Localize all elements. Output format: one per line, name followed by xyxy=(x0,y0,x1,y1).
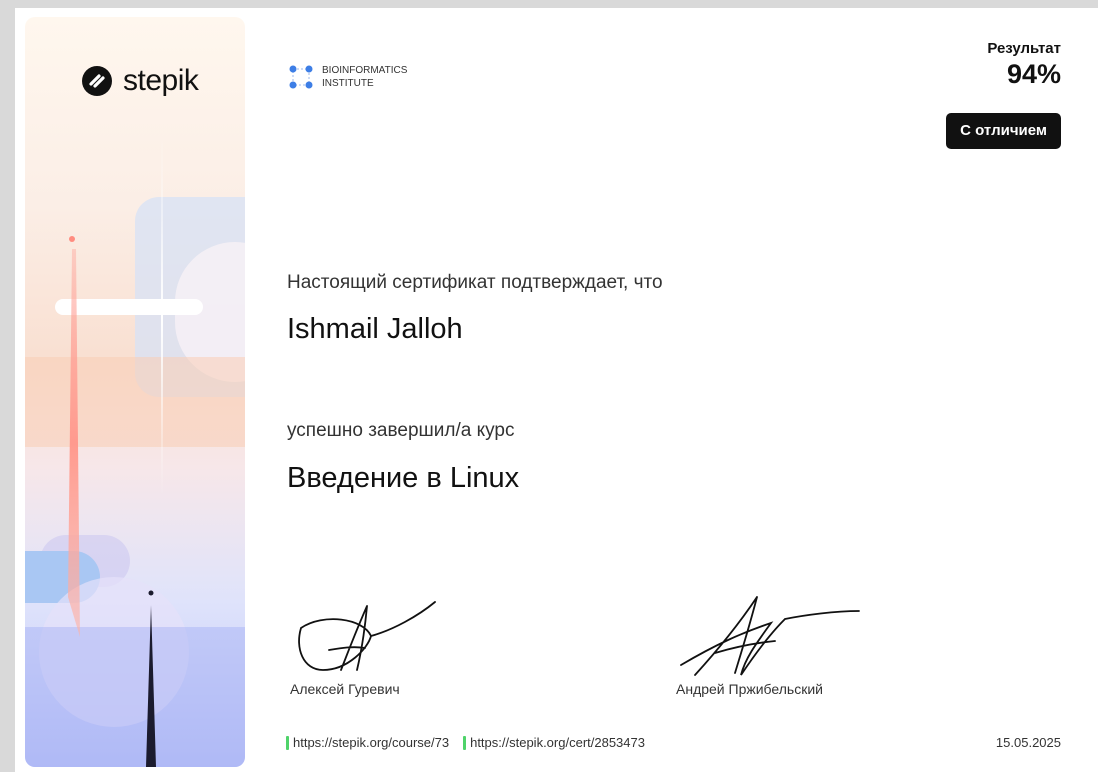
cert-link-text: https://stepik.org/cert/2853473 xyxy=(470,735,645,750)
bioinformatics-logo-icon xyxy=(289,65,313,89)
signature-2 xyxy=(680,596,860,676)
cert-link[interactable]: https://stepik.org/cert/2853473 xyxy=(463,735,645,750)
result-label: Результат xyxy=(987,40,1061,57)
confirm-text: Настоящий сертификат подтверждает, что xyxy=(287,272,663,293)
signature-2-name: Андрей Пржибельский xyxy=(676,681,823,697)
link-marker-icon xyxy=(463,735,467,750)
distinction-badge: С отличием xyxy=(946,113,1061,149)
completed-text: успешно завершил/а курс xyxy=(287,420,515,441)
decor-spires xyxy=(68,236,156,767)
signature-1 xyxy=(298,601,436,671)
issue-date: 15.05.2025 xyxy=(995,735,1061,750)
recipient-name: Ishmail Jalloh xyxy=(287,313,463,345)
organization-logo: BIOINFORMATICS INSTITUTE xyxy=(288,64,407,90)
brand-name: stepik xyxy=(123,64,199,97)
result-value: 94% xyxy=(1006,59,1061,89)
decorative-panel: stepik xyxy=(25,17,245,767)
course-title: Введение в Linux xyxy=(287,462,520,494)
course-link[interactable]: https://stepik.org/course/73 xyxy=(286,735,449,750)
result-block: Результат 94% xyxy=(987,40,1061,90)
link-marker-icon xyxy=(286,735,289,750)
course-link-text: https://stepik.org/course/73 xyxy=(293,735,450,750)
footer-links: https://stepik.org/course/73 https://ste… xyxy=(286,735,645,750)
stepik-logo-icon xyxy=(82,66,112,96)
signature-1-name: Алексей Гуревич xyxy=(290,681,400,697)
certificate: stepik BIOINFORMATICS INSTITUTE Результа… xyxy=(15,8,1098,772)
org-name-line1: BIOINFORMATICS xyxy=(322,65,408,76)
org-name-line2: INSTITUTE xyxy=(322,78,374,89)
stepik-logo: stepik xyxy=(81,63,199,99)
